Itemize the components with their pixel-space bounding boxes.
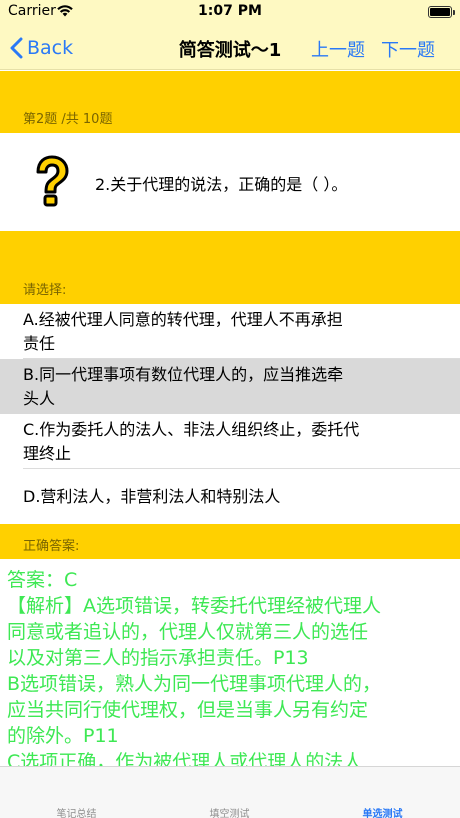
option-c[interactable]: C.作为委托人的法人、非法人组织终止，委托代 理终止	[0, 414, 460, 469]
option-a-text: A.经被代理人同意的转代理，代理人不再承担 责任	[23, 310, 343, 353]
back-button[interactable]: Back	[10, 34, 73, 62]
question-counter: 第2题 /共 10题	[23, 112, 113, 127]
question-row: 2.关于代理的说法，正确的是（ ）。	[0, 133, 460, 231]
answer-explanation[interactable]: 答案：C 【解析】A选项错误，转委托代理经被代理人 同意或者追认的，代理人仅就第…	[0, 559, 460, 766]
battery-icon	[428, 6, 455, 18]
tab-fill-in-test[interactable]: 填空测试	[153, 805, 306, 818]
back-label: Back	[27, 37, 74, 59]
question-counter-bar: 第2题 /共 10题	[0, 71, 460, 133]
chevron-left-icon	[10, 37, 23, 59]
answer-line: 应当共同行使代理权，但是当事人另有约定	[7, 699, 369, 721]
question-mark-icon	[36, 155, 69, 207]
answer-line: 答案：C	[7, 569, 78, 591]
status-bar: Carrier 1:07 PM	[0, 0, 460, 26]
option-b[interactable]: B.同一代理事项有数位代理人的，应当推选牵 头人	[0, 359, 460, 414]
navigation-bar: Back 简答测试～1 上一题 下一题	[0, 26, 460, 70]
answer-line: 的除外。P11	[7, 725, 119, 747]
answer-label: 正确答案:	[23, 539, 80, 554]
answer-line: 同意或者追认的，代理人仅就第三人的选任	[7, 621, 369, 643]
next-question-button[interactable]: 下一题	[381, 36, 435, 62]
answer-line: 【解析】A选项错误，转委托代理经被代理人	[7, 595, 381, 617]
tab-notes-summary[interactable]: 笔记总结	[0, 805, 153, 818]
answer-line: 以及对第三人的指示承担责任。P13	[7, 647, 309, 669]
answer-header-bar: 正确答案:	[0, 524, 460, 559]
page-title: 简答测试～1	[178, 40, 282, 61]
answer-line: C选项正确，作为被代理人或代理人的法人	[7, 751, 363, 766]
options-header-bar: 请选择:	[0, 231, 460, 304]
tab-bar: 笔记总结 填空测试 单选测试	[0, 766, 460, 818]
option-d[interactable]: D.营利法人，非营利法人和特别法人	[0, 469, 460, 524]
option-a[interactable]: A.经被代理人同意的转代理，代理人不再承担 责任	[0, 304, 460, 359]
option-c-text: C.作为委托人的法人、非法人组织终止，委托代 理终止	[23, 420, 360, 463]
status-time: 1:07 PM	[198, 3, 262, 19]
previous-question-button[interactable]: 上一题	[311, 36, 365, 62]
question-text: 2.关于代理的说法，正确的是（ ）。	[95, 175, 348, 194]
option-b-text: B.同一代理事项有数位代理人的，应当推选牵 头人	[23, 365, 344, 408]
option-d-text: D.营利法人，非营利法人和特别法人	[23, 487, 281, 506]
tab-single-choice-test[interactable]: 单选测试	[306, 805, 459, 818]
options-label: 请选择:	[23, 283, 67, 298]
answer-line: B选项错误，熟人为同一代理事项代理人的，	[7, 673, 382, 695]
